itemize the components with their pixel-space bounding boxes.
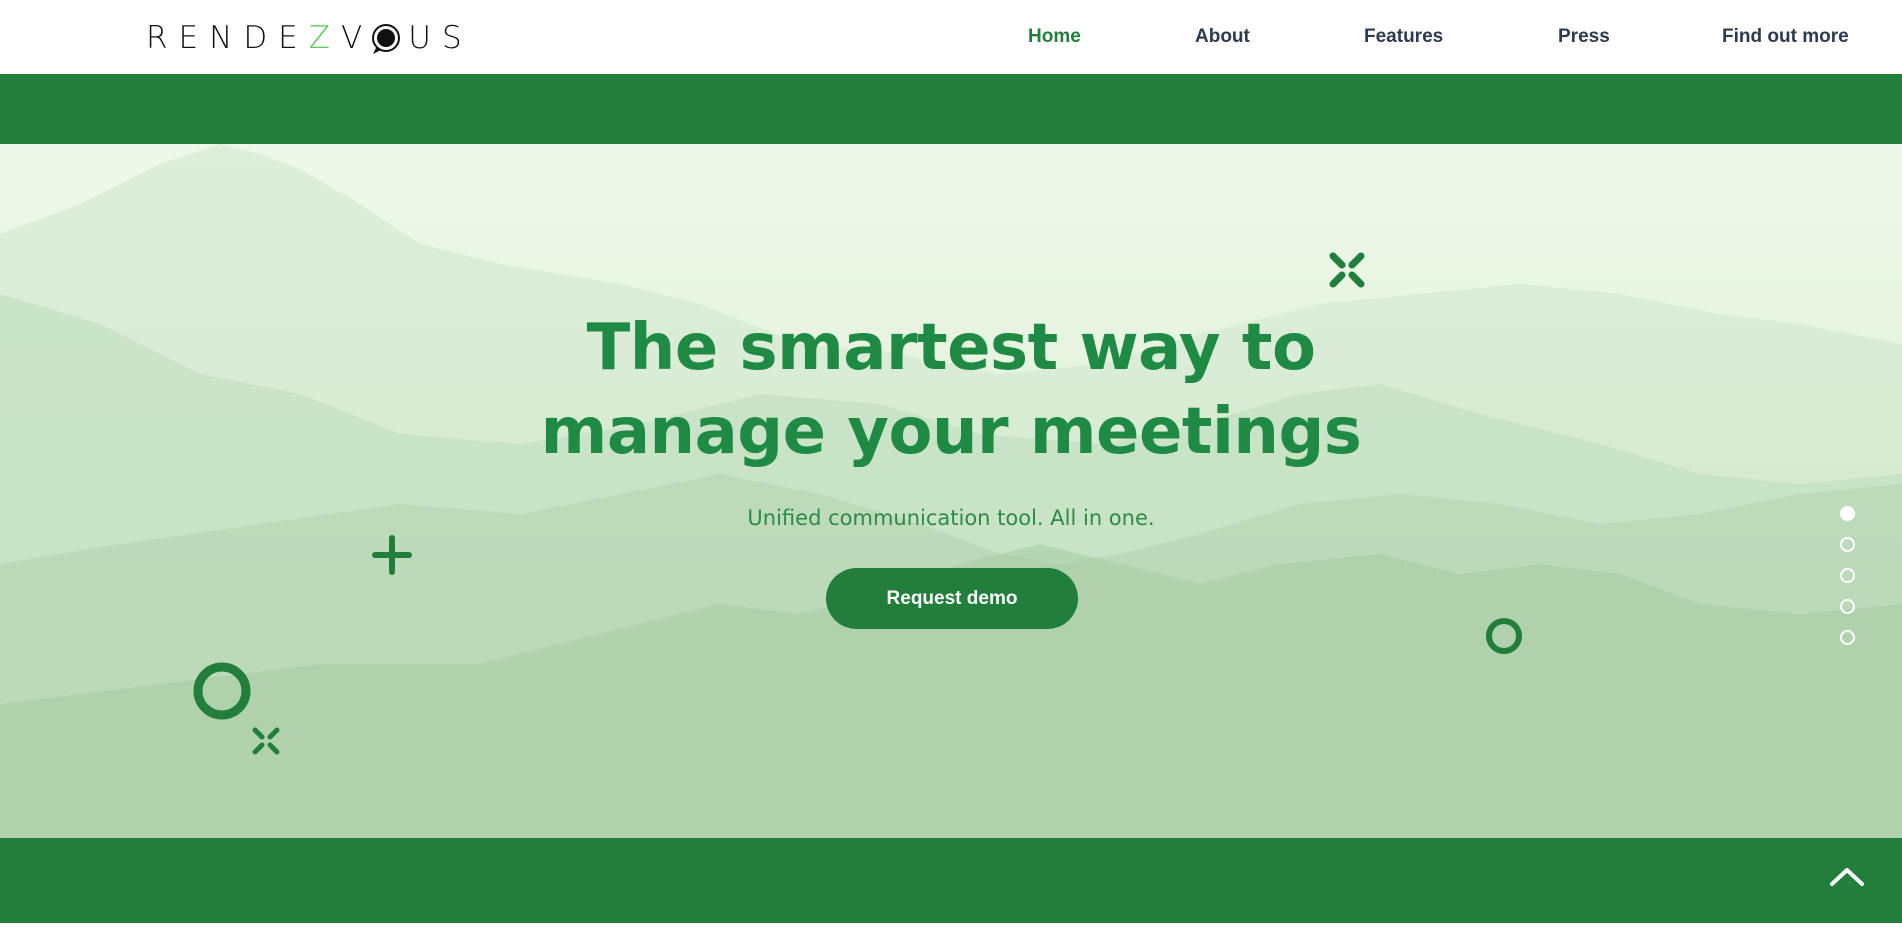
ring-icon <box>1486 618 1522 654</box>
nav-find-out-more[interactable]: Find out more <box>1722 26 1849 48</box>
chevron-up-icon[interactable] <box>1828 862 1866 892</box>
slide-indicators <box>1840 506 1856 656</box>
mountain-background <box>0 144 1902 838</box>
x-mark-icon <box>252 727 280 755</box>
plus-icon <box>372 535 412 575</box>
nav-about[interactable]: About <box>1195 26 1250 48</box>
slide-dot-1[interactable] <box>1840 506 1855 521</box>
ring-icon <box>193 662 251 720</box>
logo-text-part1: RENDE <box>146 20 309 56</box>
slide-dot-4[interactable] <box>1840 599 1855 614</box>
x-mark-icon <box>1329 252 1365 288</box>
hero-section: The smartest way to manage your meetings… <box>0 144 1902 838</box>
bottom-green-band <box>0 838 1902 923</box>
nav-press[interactable]: Press <box>1558 26 1610 48</box>
slide-dot-3[interactable] <box>1840 568 1855 583</box>
slide-dot-5[interactable] <box>1840 630 1855 645</box>
brand-logo[interactable]: RENDE Z V US <box>146 18 473 58</box>
top-green-band <box>0 74 1902 144</box>
nav-features[interactable]: Features <box>1364 26 1443 48</box>
hero-headline-line1: The smartest way to <box>586 311 1316 385</box>
logo-text-part2: Z <box>308 20 342 56</box>
request-demo-button[interactable]: Request demo <box>826 568 1078 629</box>
hero-subheadline: Unified communication tool. All in one. <box>747 506 1155 530</box>
site-header: RENDE Z V US Home About Features Press Fin… <box>0 0 1902 74</box>
chat-bubble-icon <box>369 22 403 56</box>
slide-dot-2[interactable] <box>1840 537 1855 552</box>
logo-text-part4: US <box>408 20 473 56</box>
hero-headline: The smartest way to manage your meetings <box>451 306 1451 474</box>
nav-home[interactable]: Home <box>1028 26 1081 48</box>
hero-headline-line2: manage your meetings <box>540 395 1362 469</box>
